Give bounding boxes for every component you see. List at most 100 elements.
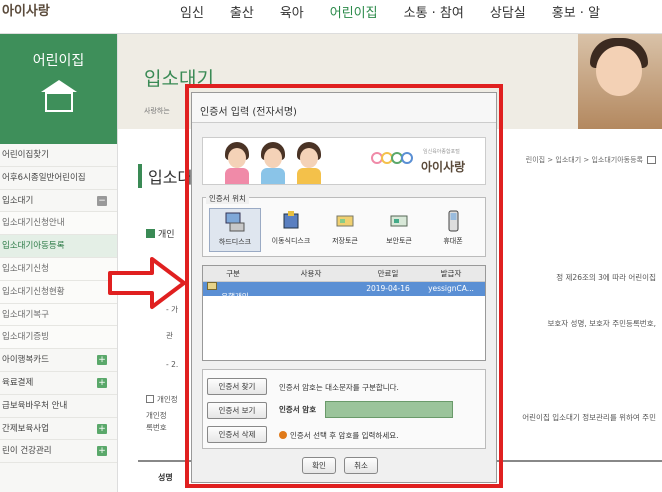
red-arrow-annotation <box>108 257 186 309</box>
column-issuer[interactable]: 발급자 <box>417 266 485 281</box>
location-removable-disk[interactable]: 이동식디스크 <box>265 208 317 252</box>
section-marker-icon <box>146 229 155 238</box>
nav-pregnancy[interactable]: 임신 <box>180 2 204 21</box>
sidebar-item[interactable]: 입소대기증빙 <box>0 326 117 350</box>
location-label: 보안토큰 <box>386 237 412 245</box>
sidebar: 어린이집 어린이집찾기 어후6시종일반어린이집 입소대기 − 입소대기신청안내 입소대기아… <box>0 34 118 492</box>
sidebar-item-label: 급보육바우처 안내 <box>2 400 68 411</box>
storage-token-icon <box>336 215 354 227</box>
column-user[interactable]: 사용자 <box>263 266 359 281</box>
sidebar-item-label: 입소대기신청안내 <box>2 218 65 229</box>
body-text-line: 관 <box>166 331 173 340</box>
sidebar-item[interactable]: 입소대기신청현황 <box>0 280 117 304</box>
daycare-building-icon <box>39 80 79 114</box>
expand-icon[interactable]: + <box>97 377 107 388</box>
sidebar-header: 어린이집 <box>0 34 117 144</box>
sidebar-item-label: 입소대기증빙 <box>2 332 49 343</box>
child-photo <box>578 34 662 129</box>
certificate-type-cell: 은행개인 <box>203 282 263 301</box>
collapse-icon[interactable]: − <box>97 195 107 206</box>
site-logo[interactable]: 아이사랑 <box>2 0 50 19</box>
notice-line: 개인정 <box>146 411 167 420</box>
main-nav: 임신 출산 육아 어린이집 소통 · 참여 상담실 홍보 · 알 <box>180 2 626 21</box>
notice-line: 록번호 <box>146 423 167 432</box>
expand-icon[interactable]: + <box>97 355 107 366</box>
nav-community[interactable]: 소통 · 참여 <box>404 2 464 21</box>
view-certificate-button[interactable]: 인증서 보기 <box>207 402 267 419</box>
section-title-text: 개인 <box>158 230 175 240</box>
column-type[interactable]: 구분 <box>203 266 263 281</box>
dialog-banner: 임신육아종합포털 아이사랑 <box>202 137 486 185</box>
sidebar-item[interactable]: 간제보육사업 + <box>0 418 117 441</box>
body-text-right: 보호자 성명, 보호자 주민등록번호, <box>547 319 656 328</box>
sidebar-item[interactable]: 입소대기신청안내 <box>0 212 117 236</box>
select-hint: 인증서 선택 후 암호를 입력하세요. <box>279 430 399 441</box>
sidebar-item-label: 입소대기복구 <box>2 309 49 320</box>
column-expiry[interactable]: 만료일 <box>359 266 417 281</box>
location-mobile-phone[interactable]: 휴대폰 <box>427 208 479 252</box>
certificate-user <box>263 282 359 296</box>
location-security-token[interactable]: 보안토큰 <box>373 208 425 252</box>
banner-child-image <box>223 140 251 184</box>
location-label: 이동식디스크 <box>271 237 311 245</box>
find-certificate-button[interactable]: 인증서 찾기 <box>207 378 267 395</box>
select-hint-text: 인증서 선택 후 암호를 입력하세요. <box>290 431 399 440</box>
cancel-button[interactable]: 취소 <box>344 457 378 474</box>
agree-label: 개인정 <box>157 395 178 404</box>
location-hard-disk[interactable]: 하드디스크 <box>209 208 261 252</box>
expand-icon[interactable]: + <box>97 446 107 457</box>
certificate-type: 은행개인 <box>221 292 249 301</box>
sidebar-item-label: 입소대기 <box>2 195 34 206</box>
password-label: 인증서 암호 <box>279 405 317 414</box>
sidebar-item-label: 육료결제 <box>2 377 34 388</box>
banner-logo: 아이사랑 <box>421 160 466 174</box>
sidebar-item[interactable]: 입소대기 − <box>0 190 117 213</box>
agree-checkbox-row[interactable]: 개인정 <box>146 394 178 405</box>
banner-subtitle: 사랑하는 <box>144 107 170 115</box>
logo-circles-icon <box>371 152 413 167</box>
nav-promotion[interactable]: 홍보 · 알 <box>552 2 600 21</box>
security-token-icon <box>390 215 408 227</box>
sidebar-item[interactable]: 어린이집찾기 <box>0 144 117 167</box>
certificate-row[interactable]: 은행개인 2019-04-16 yessignCA... <box>203 282 485 301</box>
location-storage-token[interactable]: 저장토큰 <box>319 208 371 252</box>
certificate-location-group: 하드디스크 이동식디스크 저장토큰 보안토큰 휴대폰 <box>202 197 486 257</box>
nav-birth[interactable]: 출산 <box>230 2 254 21</box>
print-icon[interactable] <box>647 156 656 164</box>
nav-counseling[interactable]: 상담실 <box>490 2 526 21</box>
banner-child-image <box>295 140 323 184</box>
info-icon <box>279 431 287 439</box>
mobile-phone-icon <box>448 210 459 232</box>
sidebar-item[interactable]: 아이행복카드 + <box>0 349 117 372</box>
ok-button[interactable]: 확인 <box>302 457 336 474</box>
password-input[interactable] <box>325 401 453 418</box>
sidebar-item-label: 린이 건강관리 <box>2 446 52 457</box>
banner-logo-caption: 임신육아종합포털 <box>423 149 460 155</box>
delete-certificate-button[interactable]: 인증서 삭제 <box>207 426 267 443</box>
sidebar-item[interactable]: 입소대기복구 <box>0 303 117 327</box>
sidebar-item-label: 입소대기아동등록 <box>2 241 65 252</box>
sidebar-item[interactable]: 급보육바우처 안내 <box>0 395 117 418</box>
nav-childcare[interactable]: 육아 <box>280 2 304 21</box>
notice-text: 개인정 록번호 <box>146 410 167 434</box>
certificate-list-header: 구분 사용자 만료일 발급자 <box>203 266 485 282</box>
location-label: 휴대폰 <box>443 237 463 245</box>
certificate-list: 구분 사용자 만료일 발급자 은행개인 2019-04-16 yessignCA… <box>202 265 486 361</box>
sidebar-item[interactable]: 린이 건강관리 + <box>0 440 117 464</box>
sidebar-item-label: 어린이집찾기 <box>2 150 49 160</box>
sidebar-item[interactable]: 어후6시종일반어린이집 <box>0 167 117 190</box>
sidebar-title: 어린이집 <box>32 53 85 69</box>
expand-icon[interactable]: + <box>97 423 107 434</box>
hard-disk-icon <box>225 212 245 232</box>
certificate-actions: 인증서 찾기 인증서 암호는 대소문자를 구분합니다. 인증서 보기 인증서 암… <box>202 369 486 449</box>
body-text-line: - 2. <box>166 360 179 369</box>
sidebar-item[interactable]: 입소대기아동등록 <box>0 235 117 258</box>
sidebar-item[interactable]: 입소대기신청 <box>0 257 117 281</box>
certificate-expiry: 2019-04-16 <box>366 284 410 293</box>
agree-checkbox[interactable] <box>146 395 154 403</box>
sidebar-item-label: 어후6시종일반어린이집 <box>2 172 86 183</box>
sidebar-item-label: 입소대기신청현황 <box>2 286 65 297</box>
nav-daycare[interactable]: 어린이집 <box>330 2 378 21</box>
sidebar-item[interactable]: 육료결제 + <box>0 372 117 395</box>
banner-child-image <box>259 140 287 184</box>
